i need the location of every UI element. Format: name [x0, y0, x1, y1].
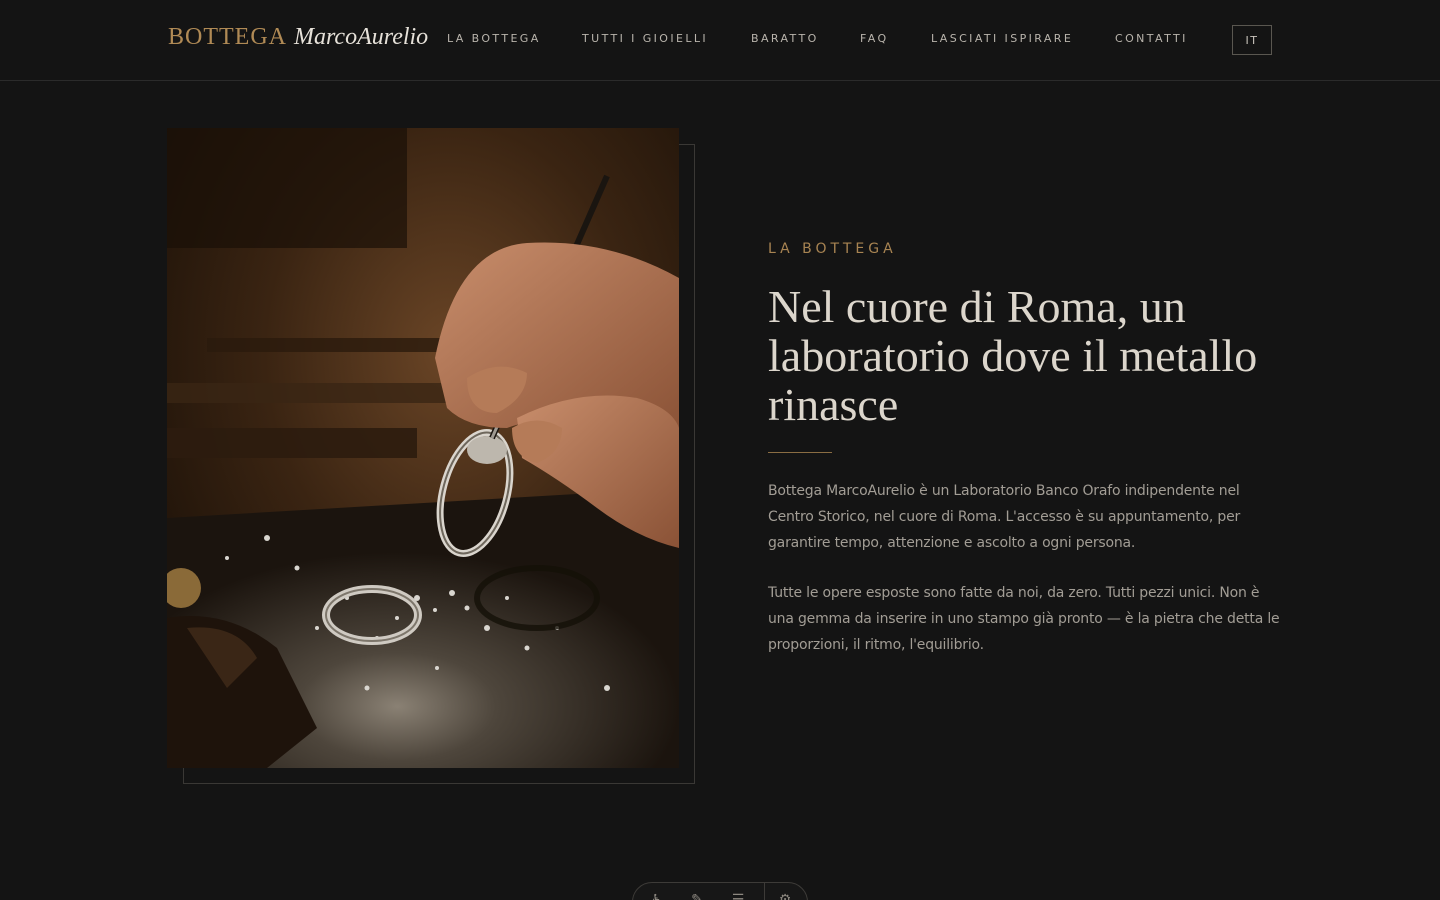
settings-icon[interactable]: ⚙: [776, 891, 794, 900]
accessibility-icon[interactable]: ♿: [648, 891, 666, 900]
menu-lines-icon[interactable]: ☰: [729, 891, 747, 900]
brand-logo[interactable]: BOTTEGA MarcoAurelio: [168, 24, 428, 56]
nav-item-contatti[interactable]: CONTATTI: [1115, 32, 1188, 45]
toolbar-separator: [764, 883, 765, 900]
brand-word-bottega: BOTTEGA: [168, 24, 287, 50]
nav-item-la-bottega[interactable]: LA BOTTEGA: [447, 32, 541, 45]
goldsmith-workshop-photo: [167, 128, 679, 768]
site-header: BOTTEGA MarcoAurelio LA BOTTEGA TUTTI I …: [0, 0, 1440, 81]
headline-divider: [768, 452, 832, 453]
nav-item-tutti-i-gioielli[interactable]: TUTTI I GIOIELLI: [582, 32, 708, 45]
intro-paragraph-2: Tutte le opere esposte sono fatte da noi…: [768, 585, 1280, 653]
nav-item-lasciati-ispirare[interactable]: LASCIATI ISPIRARE: [931, 32, 1073, 45]
language-switch-button[interactable]: IT: [1232, 25, 1272, 55]
brand-word-marcoaurelio: MarcoAurelio: [293, 24, 429, 50]
nav-item-baratto[interactable]: BARATTO: [751, 32, 819, 45]
section-headline: Nel cuore di Roma, un laboratorio dove i…: [768, 281, 1258, 430]
nav-item-faq[interactable]: FAQ: [860, 32, 889, 45]
brush-icon[interactable]: ✎: [688, 891, 706, 900]
workshop-illustration: [167, 128, 679, 768]
floating-toolbar: ♿ ✎ ☰ ⚙: [632, 882, 808, 900]
section-eyebrow: LA BOTTEGA: [768, 241, 897, 257]
intro-paragraph-1: Bottega MarcoAurelio è un Laboratorio Ba…: [768, 483, 1241, 551]
